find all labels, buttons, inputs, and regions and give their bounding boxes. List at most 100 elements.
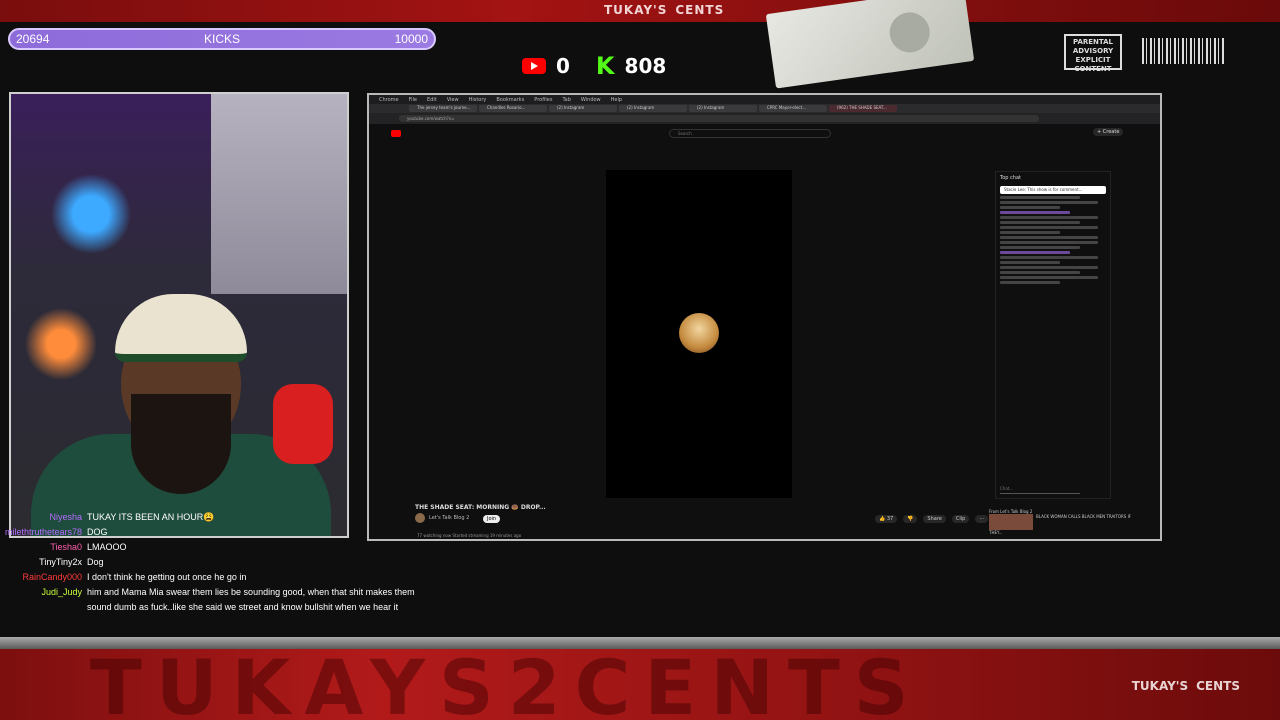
live-chat-input[interactable]: Chat... [1000, 486, 1080, 494]
chat-line [1000, 276, 1098, 279]
microphone [273, 384, 333, 464]
menu-item[interactable]: View [447, 97, 459, 103]
menu-item[interactable]: Profiles [534, 97, 552, 103]
chat-text: Dog [87, 557, 104, 567]
chat-line [1000, 256, 1098, 259]
streamer-cap [115, 294, 247, 362]
chat-line [1000, 236, 1098, 239]
webcam-feed [9, 92, 349, 538]
menu-item[interactable]: Bookmarks [496, 97, 524, 103]
related-video[interactable]: From Let's Talk Blog 2 BLACK WOMAN CALLS… [989, 509, 1139, 535]
chat-line [1000, 241, 1098, 244]
chat-message: RainCandy000 I don't think he getting ou… [0, 570, 420, 585]
kick-count: 808 [624, 54, 667, 78]
top-banner: TUKAY'S CENTS [0, 0, 1280, 22]
share-button[interactable]: Share [923, 515, 946, 523]
video-avatar [679, 313, 719, 353]
join-button[interactable]: Join [483, 515, 501, 523]
browser-tab[interactable]: Chandles Rosario... [479, 105, 547, 112]
parental-advisory-logo: PARENTAL ADVISORY EXPLICIT CONTENT [1064, 34, 1122, 73]
menu-item[interactable]: Window [581, 97, 601, 103]
chat-message: Tiesha0 LMAOOO [0, 540, 420, 555]
dollar-bill-graphic [765, 0, 975, 89]
video-stats: 77 watching now Started streaming 19 min… [417, 533, 522, 538]
live-chat-header[interactable]: Top chat [996, 172, 1110, 184]
video-actions: 👍 37 👎 Share Clip ··· [875, 515, 989, 523]
dislike-button[interactable]: 👎 [903, 515, 918, 523]
browser-tab[interactable]: (2) Instagram [689, 105, 757, 112]
chat-message: Judi_Judy him and Mama Mia swear them li… [0, 585, 420, 615]
bottom-divider [0, 637, 1280, 649]
chat-username: Judi_Judy [41, 587, 82, 597]
brand-logo-bottom: TUKAY'S CENTS [1131, 679, 1240, 693]
video-title: THE SHADE SEAT: MORNING 🍩 DROP... [415, 504, 546, 511]
viewer-counters: 0 K 808 [522, 52, 666, 80]
youtube-live-chat: Top chat Stacie Lee: This show is for co… [995, 171, 1111, 499]
youtube-icon [522, 58, 546, 74]
chat-line [1000, 221, 1080, 224]
barcode-graphic [1142, 38, 1226, 64]
chat-message: milethtruthetears78 DOG [0, 525, 420, 540]
chat-message: Niyesha TUKAY ITS BEEN AN HOUR😩 [0, 510, 420, 525]
menu-item[interactable]: File [409, 97, 417, 103]
channel-name[interactable]: Let's Talk Blog 2 [429, 515, 469, 521]
youtube-search-input[interactable]: Search [669, 129, 831, 138]
chat-line [1000, 251, 1070, 254]
mac-menu-bar: Chrome File Edit View History Bookmarks … [369, 95, 1160, 104]
menu-item[interactable]: Help [611, 97, 622, 103]
chat-text: I don't think he getting out once he go … [87, 572, 247, 582]
chat-message: TinyTiny2x Dog [0, 555, 420, 570]
chat-line [1000, 231, 1060, 234]
chat-line [1000, 226, 1098, 229]
chat-text: LMAOOO [87, 542, 127, 552]
chat-line [1000, 271, 1080, 274]
chat-line [1000, 196, 1080, 199]
goal-label: KICKS [203, 32, 240, 46]
chat-line [1000, 281, 1060, 284]
browser-tab[interactable]: The jersey team's journe... [409, 105, 477, 112]
chat-line [1000, 206, 1060, 209]
chat-username: TinyTiny2x [39, 557, 82, 567]
youtube-header: Search + Create [369, 124, 1160, 144]
more-button[interactable]: ··· [975, 515, 989, 523]
brand-logo: TUKAY'S CENTS [604, 3, 725, 17]
chat-line [1000, 211, 1070, 214]
chat-username: RainCandy000 [22, 572, 82, 582]
browser-tabs: The jersey team's journe... Chandles Ros… [369, 104, 1160, 113]
browser-tab[interactable]: (2) Instagram [549, 105, 617, 112]
browser-tab[interactable]: CPRC Mayor-elect... [759, 105, 827, 112]
chat-username: Niyesha [49, 512, 82, 522]
chat-line [1000, 261, 1060, 264]
chat-line [1000, 201, 1098, 204]
chat-username: milethtruthetears78 [4, 527, 82, 537]
menu-item[interactable]: Chrome [379, 97, 399, 103]
chat-text: him and Mama Mia swear them lies be soun… [87, 587, 415, 612]
menu-item[interactable]: History [469, 97, 487, 103]
address-bar: youtube.com/watch?v= [369, 113, 1160, 124]
goal-end-value: 10000 [394, 32, 428, 46]
browser-tab[interactable]: (2) Instagram [619, 105, 687, 112]
clip-button[interactable]: Clip [951, 515, 970, 523]
youtube-count: 0 [556, 54, 570, 78]
related-thumbnail [989, 514, 1033, 530]
browser-tab-active[interactable]: (962) THE SHADE SEAT... [829, 105, 897, 112]
chat-username: Tiesha0 [50, 542, 82, 552]
streamer-beard [131, 394, 231, 494]
pinned-message: Stacie Lee: This show is for comment... [1000, 186, 1106, 194]
youtube-logo-icon[interactable] [391, 130, 401, 137]
like-button[interactable]: 👍 37 [875, 515, 898, 523]
channel-avatar[interactable] [415, 513, 425, 523]
kick-icon: K [595, 52, 615, 80]
create-button[interactable]: + Create [1093, 128, 1124, 136]
url-field[interactable]: youtube.com/watch?v= [399, 115, 1039, 122]
stream-chat: Niyesha TUKAY ITS BEEN AN HOUR😩 milethtr… [0, 510, 420, 615]
menu-item[interactable]: Edit [427, 97, 437, 103]
chat-line [1000, 246, 1080, 249]
menu-item[interactable]: Tab [562, 97, 570, 103]
kicks-goal-bar: 20694 KICKS 10000 [8, 28, 436, 50]
background-window [211, 94, 347, 294]
bottom-banner: TUKAYS2CENTS TUKAY'S CENTS [0, 649, 1280, 720]
browser-capture: Chrome File Edit View History Bookmarks … [367, 93, 1162, 541]
bottom-banner-text: TUKAYS2CENTS [90, 649, 923, 720]
chat-line [1000, 266, 1098, 269]
